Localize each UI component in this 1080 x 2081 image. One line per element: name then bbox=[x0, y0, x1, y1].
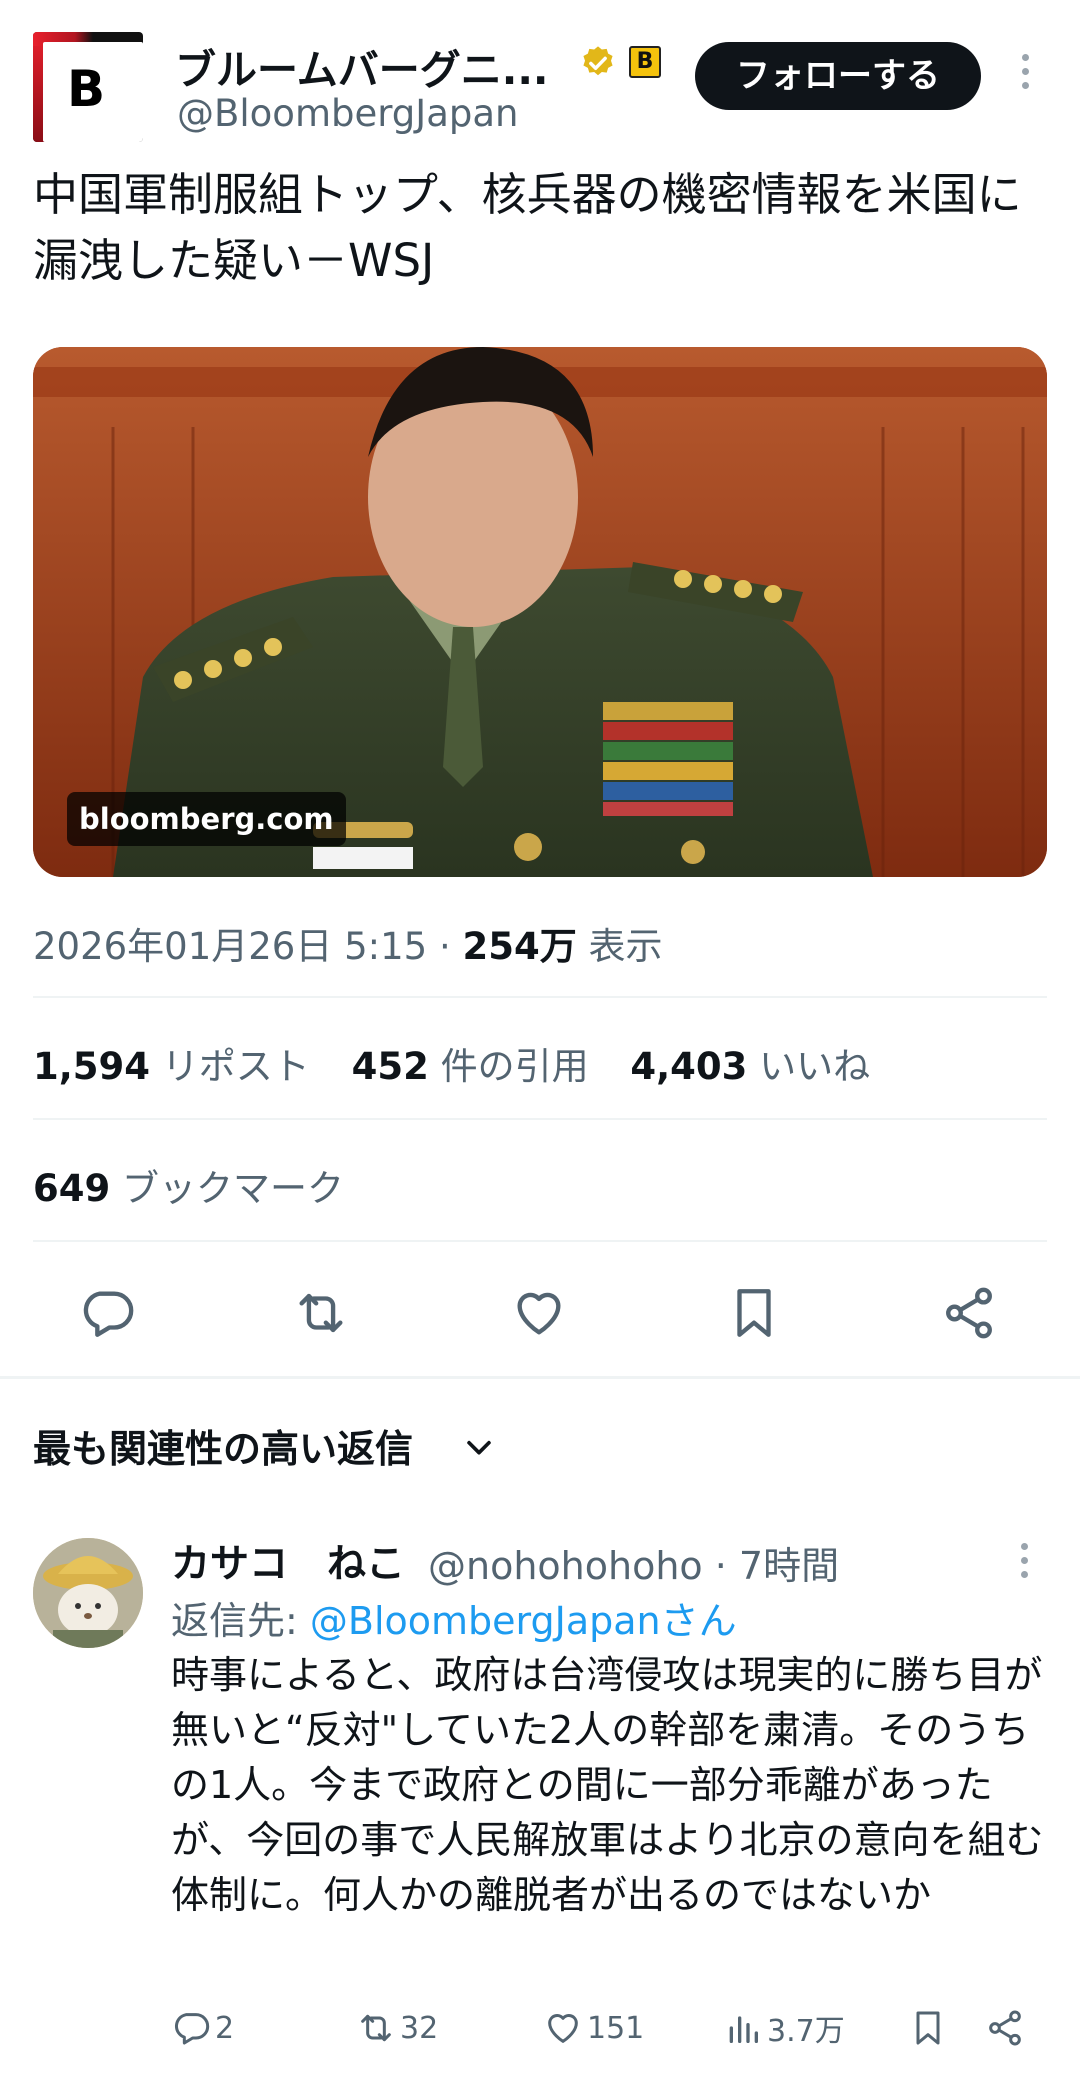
like-icon bbox=[548, 2014, 578, 2043]
reply-reply-button[interactable]: 2 bbox=[171, 2006, 234, 2050]
reply-avatar[interactable] bbox=[33, 1538, 143, 1648]
logo-letter: B bbox=[67, 60, 106, 118]
reply-action-bar: 2 32 151 3.7万 bbox=[0, 2000, 1080, 2060]
divider bbox=[33, 996, 1047, 998]
repost-icon bbox=[361, 2014, 391, 2042]
account-avatar[interactable]: B bbox=[33, 32, 143, 142]
bookmarks-stat[interactable]: 649 ブックマーク bbox=[33, 1158, 344, 1212]
repost-icon bbox=[299, 1293, 343, 1333]
reply-author-name[interactable]: カサコ ねこ bbox=[171, 1533, 405, 1589]
reply-more-options-icon[interactable] bbox=[1018, 1543, 1030, 1583]
reply-to-link[interactable]: @BloombergJapanさん bbox=[310, 1599, 737, 1643]
like-button[interactable] bbox=[510, 1284, 568, 1342]
cat-avatar-illustration bbox=[33, 1538, 143, 1648]
account-name[interactable]: ブルームバーグニ... bbox=[175, 36, 549, 96]
views-label: 表示 bbox=[588, 925, 663, 968]
views-chart-icon bbox=[729, 2016, 758, 2043]
engagement-stats: 1,594 リポスト 452 件の引用 4,403 いいね bbox=[33, 1036, 870, 1090]
reply-time[interactable]: · 7時間 bbox=[715, 1544, 839, 1588]
likes-count: 4,403 bbox=[630, 1045, 748, 1088]
bookmark-icon bbox=[916, 2011, 940, 2045]
account-handle[interactable]: @BloombergJapan bbox=[177, 92, 518, 135]
reply-like-button[interactable]: 151 bbox=[543, 2006, 644, 2050]
reply-icon bbox=[83, 1291, 134, 1337]
divider bbox=[33, 1118, 1047, 1120]
chevron-down-icon[interactable] bbox=[462, 1430, 496, 1464]
likes-label: いいね bbox=[759, 1045, 871, 1088]
media-source-badge: bloomberg.com bbox=[67, 792, 346, 846]
reposts-count: 1,594 bbox=[33, 1045, 151, 1088]
quotes-label: 件の引用 bbox=[440, 1045, 589, 1088]
reply-likes-count: 151 bbox=[587, 2010, 645, 2046]
follow-button[interactable]: フォローする bbox=[695, 42, 981, 110]
reply-to-prefix: 返信先: bbox=[171, 1599, 310, 1643]
tweet-meta: 2026年01月26日 5:15 · 254万 表示 bbox=[33, 916, 662, 970]
reply-reposts-count: 32 bbox=[400, 2010, 439, 2046]
tweet-image[interactable]: bloomberg.com bbox=[33, 347, 1047, 877]
share-icon bbox=[989, 2010, 1021, 2046]
bookmarks-count: 649 bbox=[33, 1167, 111, 1210]
reply-button[interactable] bbox=[78, 1284, 136, 1342]
section-divider bbox=[0, 1376, 1080, 1379]
like-icon bbox=[517, 1292, 561, 1335]
reply-repost-button[interactable]: 32 bbox=[356, 2006, 438, 2050]
reply-bookmark-button[interactable] bbox=[908, 2006, 952, 2050]
replies-sort-label[interactable]: 最も関連性の高い返信 bbox=[33, 1418, 413, 1473]
reply-views-button[interactable]: 3.7万 bbox=[723, 2006, 845, 2050]
bookmarks-label: ブックマーク bbox=[122, 1167, 344, 1210]
reposts-label: リポスト bbox=[161, 1045, 310, 1088]
reply-share-button[interactable] bbox=[985, 2006, 1029, 2050]
reply-views-count: 3.7万 bbox=[767, 2014, 845, 2049]
divider bbox=[33, 1240, 1047, 1242]
reply-text: 時事によると、政府は台湾侵攻は現実的に勝ち目が無いと“反対"していた2人の幹部を… bbox=[171, 1653, 1044, 1917]
views-count: 254万 bbox=[462, 925, 577, 968]
likes-stat[interactable]: 4,403 いいね bbox=[630, 1045, 870, 1088]
tweet-datetime[interactable]: 2026年01月26日 5:15 bbox=[33, 925, 427, 968]
quotes-stat[interactable]: 452 件の引用 bbox=[352, 1045, 589, 1088]
reposts-stat[interactable]: 1,594 リポスト bbox=[33, 1045, 310, 1088]
share-icon bbox=[946, 1287, 992, 1339]
bookmark-button[interactable] bbox=[725, 1284, 783, 1342]
tweet-header: B ブルームバーグニ... B @BloombergJapan フォローする bbox=[33, 30, 1047, 145]
reply-author-meta: @nohohohoho · 7時間 bbox=[428, 1535, 839, 1590]
reply-author-handle[interactable]: @nohohohoho bbox=[428, 1544, 703, 1588]
bookmark-icon bbox=[737, 1289, 771, 1337]
verified-badge-icon bbox=[583, 46, 613, 76]
more-options-icon[interactable] bbox=[1019, 54, 1031, 102]
repost-button[interactable] bbox=[292, 1284, 350, 1342]
tweet-text: 中国軍制服組トップ、核兵器の機密情報を米国に漏洩した疑い－WSJ bbox=[33, 168, 1022, 287]
quotes-count: 452 bbox=[351, 1045, 429, 1088]
affiliate-badge-icon: B bbox=[629, 46, 661, 78]
meta-separator: · bbox=[438, 925, 451, 968]
reply-replies-count: 2 bbox=[215, 2010, 235, 2046]
reply-icon bbox=[174, 2013, 210, 2045]
reply-to-line: 返信先: @BloombergJapanさん bbox=[171, 1590, 737, 1645]
tweet-action-bar bbox=[0, 1268, 1080, 1358]
share-button[interactable] bbox=[940, 1284, 998, 1342]
